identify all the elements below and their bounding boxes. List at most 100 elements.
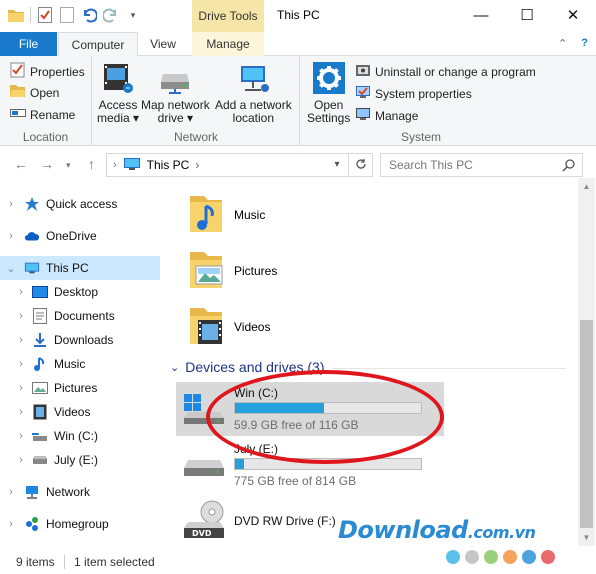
nav-item-win-c[interactable]: › Win (C:) <box>0 424 160 448</box>
expand-chevron-icon[interactable]: › <box>16 310 26 322</box>
open-settings-button[interactable]: Open Settings <box>307 60 350 125</box>
new-folder-icon[interactable] <box>59 7 75 23</box>
properties-button[interactable]: Properties <box>10 62 85 81</box>
devices-heading: Devices and drives (3) <box>185 359 325 375</box>
address-history-dropdown-icon[interactable]: ▾ <box>326 154 348 174</box>
properties-check-icon[interactable] <box>37 7 53 23</box>
expand-chevron-icon[interactable]: › <box>16 454 26 466</box>
breadcrumb-separator[interactable]: › <box>195 158 199 172</box>
expand-chevron-icon[interactable]: › <box>16 382 26 394</box>
nav-item-music[interactable]: › Music <box>0 352 160 376</box>
nav-item-this-pc[interactable]: ⌄ This PC <box>0 256 160 280</box>
maximize-button[interactable]: ☐ <box>504 0 550 30</box>
nav-label: Win (C:) <box>54 429 98 443</box>
drive-free-space: 775 GB free of 814 GB <box>234 474 357 488</box>
nav-item-videos[interactable]: › Videos <box>0 400 160 424</box>
forward-arrow-icon[interactable]: → <box>40 156 54 172</box>
add-network-location-button[interactable]: Add a network location <box>215 60 292 125</box>
homegroup-icon <box>24 516 40 532</box>
refresh-icon <box>355 158 367 173</box>
svg-text:DVD: DVD <box>192 529 212 538</box>
folder-label: Pictures <box>234 264 278 278</box>
uninstall-program-button[interactable]: Uninstall or change a program <box>355 62 536 81</box>
drive-name: Win (C:) <box>234 386 278 400</box>
nav-item-desktop[interactable]: › Desktop <box>0 280 160 304</box>
devices-section-header[interactable]: ⌄ Devices and drives (3) <box>170 359 325 375</box>
tab-file[interactable]: File <box>0 32 57 56</box>
scrollbar-thumb[interactable] <box>580 320 593 528</box>
nav-label: Quick access <box>46 197 118 211</box>
manage-button[interactable]: Manage <box>355 106 418 125</box>
collapse-chevron-icon[interactable]: ⌄ <box>6 262 16 275</box>
minimize-button[interactable]: — <box>458 0 504 30</box>
search-placeholder: Search This PC <box>389 158 473 172</box>
watermark-suffix: .com.vn <box>467 523 536 542</box>
folder-pictures[interactable]: Pictures <box>186 246 277 296</box>
content-scrollbar[interactable]: ▲ ▼ <box>578 178 595 546</box>
music-icon <box>32 356 48 372</box>
folder-music[interactable]: Music <box>186 190 265 240</box>
expand-chevron-icon[interactable]: › <box>6 486 16 498</box>
system-properties-button[interactable]: System properties <box>355 84 472 103</box>
address-bar[interactable]: › This PC › <box>106 153 349 177</box>
quick-access-toolbar: ▾ <box>8 7 141 23</box>
recent-locations-chevron-icon[interactable]: ▾ <box>66 160 71 171</box>
drive-july-e[interactable]: July (E:) 775 GB free of 814 GB <box>176 438 444 492</box>
drive-free-space: 59.9 GB free of 116 GB <box>234 418 359 432</box>
nav-item-onedrive[interactable]: › OneDrive <box>0 224 160 248</box>
expand-chevron-icon[interactable]: › <box>16 430 26 442</box>
nav-item-network[interactable]: › Network <box>0 480 160 504</box>
redo-icon[interactable] <box>103 7 119 23</box>
drive-win-c[interactable]: Win (C:) 59.9 GB free of 116 GB <box>176 382 444 436</box>
nav-item-july-e[interactable]: › July (E:) <box>0 448 160 472</box>
nav-item-homegroup[interactable]: › Homegroup <box>0 512 160 536</box>
folder-icon[interactable] <box>8 7 24 23</box>
tab-view[interactable]: View <box>140 32 186 56</box>
undo-icon[interactable] <box>81 7 97 23</box>
nav-item-downloads[interactable]: › Downloads <box>0 328 160 352</box>
scroll-up-icon[interactable]: ▲ <box>578 178 595 195</box>
minimize-icon: — <box>473 6 489 24</box>
search-box[interactable]: Search This PC <box>380 153 583 177</box>
scroll-down-icon[interactable]: ▼ <box>578 529 595 546</box>
close-button[interactable]: ✕ <box>550 0 596 30</box>
customize-qat-icon[interactable]: ▾ <box>125 7 141 23</box>
nav-item-quick-access[interactable]: › Quick access <box>0 192 160 216</box>
nav-item-documents[interactable]: › Documents <box>0 304 160 328</box>
rename-button[interactable]: Rename <box>10 106 75 123</box>
nav-label: Videos <box>54 405 91 419</box>
folder-videos[interactable]: Videos <box>186 302 270 352</box>
nav-item-pictures[interactable]: › Pictures <box>0 376 160 400</box>
collapse-ribbon-icon[interactable]: ⌃ <box>558 37 567 50</box>
address-separator-icon: › <box>113 159 117 171</box>
help-icon[interactable]: ? <box>581 37 588 50</box>
expand-chevron-icon[interactable]: › <box>16 334 26 346</box>
system-properties-icon <box>355 84 371 103</box>
dvd-drive-icon: DVD <box>182 500 228 543</box>
ribbon: Properties Open Rename Location Access m… <box>0 56 596 146</box>
access-media-button[interactable]: Access media ▾ <box>97 60 139 125</box>
back-arrow-icon[interactable]: ← <box>14 156 28 172</box>
expand-chevron-icon[interactable]: › <box>16 406 26 418</box>
breadcrumb-this-pc[interactable]: This PC <box>147 158 190 172</box>
nav-label: Desktop <box>54 285 99 299</box>
refresh-button[interactable] <box>349 153 373 177</box>
up-arrow-icon[interactable]: ↑ <box>88 156 95 172</box>
drive-usage-bar <box>234 402 422 414</box>
map-network-drive-button[interactable]: Map network drive ▾ <box>141 60 210 125</box>
expand-chevron-icon[interactable]: › <box>16 358 26 370</box>
expand-chevron-icon[interactable]: › <box>6 518 16 530</box>
expand-chevron-icon[interactable]: › <box>16 286 26 298</box>
content-pane: Music Pictures Videos ⌄ Devices and driv… <box>166 186 576 546</box>
expand-chevron-icon[interactable]: › <box>6 230 16 242</box>
open-button[interactable]: Open <box>10 84 59 101</box>
drive-tools-context-label: Drive Tools <box>192 0 264 32</box>
tab-computer[interactable]: Computer <box>58 32 138 57</box>
address-row: ← → ▾ ↑ › This PC › ▾ Search This PC <box>0 152 596 178</box>
monitor-icon <box>123 157 141 174</box>
expand-chevron-icon[interactable]: › <box>6 198 16 210</box>
collapse-chevron-icon[interactable]: ⌄ <box>170 361 179 374</box>
tab-manage[interactable]: Manage <box>192 32 264 56</box>
section-divider <box>332 368 566 369</box>
cloud-icon <box>24 228 40 244</box>
